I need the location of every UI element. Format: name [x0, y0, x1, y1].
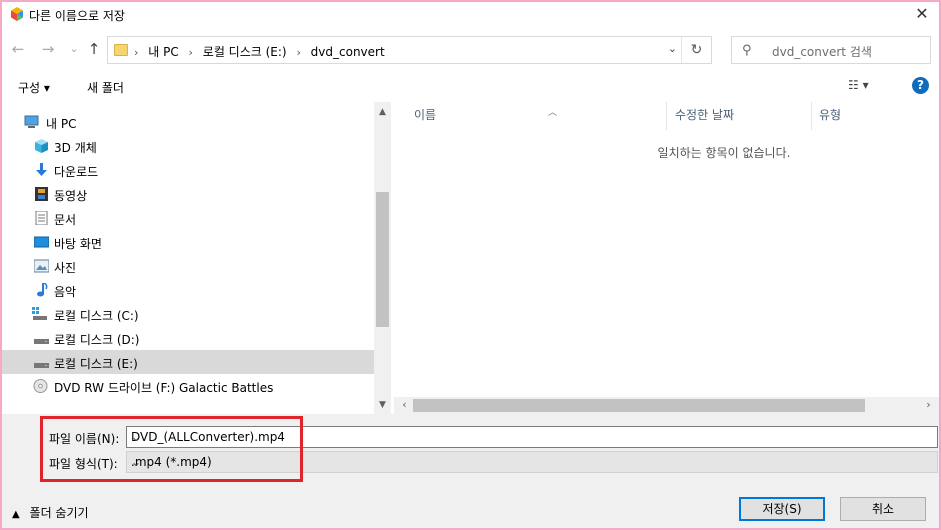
sidebar-item-documents[interactable]: 문서 [2, 206, 374, 230]
title-bar: 다른 이름으로 저장 ✕ [2, 2, 939, 28]
highlight-annotation-box [40, 416, 303, 482]
search-input[interactable]: dvd_convert 검색 [772, 43, 872, 60]
desktop-icon [34, 236, 49, 248]
drive-c-icon [32, 307, 47, 320]
scrollbar-thumb[interactable] [413, 399, 865, 412]
sidebar-item-music[interactable]: 음악 [2, 278, 374, 302]
address-bar[interactable]: › 내 PC › 로컬 디스크 (E:) › dvd_convert ⌄ ↻ [107, 36, 712, 64]
sidebar-item-label: 3D 개체 [54, 141, 97, 155]
sidebar-item-videos[interactable]: 동영상 [2, 182, 374, 206]
back-button[interactable]: ← [8, 40, 28, 60]
navigation-bar: ← → ⌄ ↑ › 내 PC › 로컬 디스크 (E:) › dvd_conve… [2, 34, 939, 66]
drive-e-icon [34, 363, 49, 368]
refresh-button[interactable]: ↻ [681, 37, 711, 63]
sidebar-item-3d-objects[interactable]: 3D 개체 [2, 134, 374, 158]
sidebar-item-label: 로컬 디스크 (E:) [54, 357, 138, 371]
sidebar-item-label: 사진 [54, 261, 77, 275]
sidebar-item-drive-d[interactable]: 로컬 디스크 (D:) [2, 326, 374, 350]
address-dropdown-button[interactable]: ⌄ [668, 42, 677, 55]
command-bar: 구성 ▾ 새 폴더 ☷ ▾ ? [2, 72, 939, 100]
videos-icon [35, 187, 48, 201]
music-icon [37, 283, 48, 297]
save-button[interactable]: 저장(S) [739, 497, 825, 521]
sidebar-item-label: 로컬 디스크 (D:) [54, 333, 140, 347]
dvd-drive-icon [33, 379, 48, 393]
sidebar-item-this-pc[interactable]: 내 PC [2, 110, 374, 134]
column-header-type[interactable]: 유형 [813, 102, 933, 130]
chevron-right-icon: › [188, 46, 193, 59]
hide-folders-toggle[interactable]: ▲ 폴더 숨기기 [12, 504, 89, 521]
sidebar-item-label: 다운로드 [54, 165, 99, 179]
sidebar-item-label: 동영상 [54, 189, 88, 203]
search-icon: ⚲ [742, 43, 752, 58]
navigation-pane: 내 PC 3D 개체 다운로드 동영상 문서 바탕 화면 사진 음악 로컬 디스… [2, 102, 391, 414]
column-header-name[interactable]: 이름 ︿ [408, 102, 667, 130]
file-list: 이름 ︿ 수정한 날짜 유형 일치하는 항목이 없습니다. ‹ › [394, 102, 939, 414]
navigation-pane-scrollbar[interactable]: ▲ ▼ [374, 102, 391, 414]
sidebar-item-dvd-drive[interactable]: DVD RW 드라이브 (F:) Galactic Battles [2, 374, 374, 398]
new-folder-button[interactable]: 새 폴더 [87, 79, 124, 96]
sidebar-item-label: 음악 [54, 285, 77, 299]
chevron-up-icon: ▲ [12, 509, 20, 520]
sidebar-item-label: 로컬 디스크 (C:) [54, 309, 139, 323]
scroll-right-icon[interactable]: › [920, 397, 937, 414]
scroll-left-icon[interactable]: ‹ [396, 397, 413, 414]
sidebar-item-drive-e[interactable]: 로컬 디스크 (E:) [2, 350, 374, 374]
window-title: 다른 이름으로 저장 [29, 9, 125, 23]
scroll-down-icon[interactable]: ▼ [374, 397, 391, 414]
chevron-right-icon: › [296, 46, 301, 59]
sidebar-item-label: 문서 [54, 213, 77, 227]
sidebar-item-drive-c[interactable]: 로컬 디스크 (C:) [2, 302, 374, 326]
pictures-icon [34, 259, 49, 273]
download-icon [36, 163, 47, 176]
sort-ascending-icon: ︿ [548, 108, 558, 118]
drive-d-icon [34, 339, 49, 344]
folder-icon [114, 44, 128, 56]
breadcrumb: › 내 PC › 로컬 디스크 (E:) › dvd_convert [134, 43, 391, 60]
up-button[interactable]: ↑ [84, 40, 104, 60]
sidebar-item-desktop[interactable]: 바탕 화면 [2, 230, 374, 254]
scrollbar-thumb[interactable] [376, 192, 389, 327]
recent-locations-button[interactable]: ⌄ [64, 40, 84, 60]
organize-button[interactable]: 구성 ▾ [18, 79, 50, 96]
search-box[interactable]: ⚲ dvd_convert 검색 [731, 36, 931, 64]
sidebar-item-pictures[interactable]: 사진 [2, 254, 374, 278]
file-list-horizontal-scrollbar[interactable]: ‹ › [394, 397, 939, 414]
sidebar-item-label: 바탕 화면 [54, 237, 102, 251]
forward-button[interactable]: → [38, 40, 58, 60]
3d-objects-icon [35, 139, 48, 153]
sidebar-item-downloads[interactable]: 다운로드 [2, 158, 374, 182]
breadcrumb-item[interactable]: 내 PC [148, 45, 178, 59]
pc-icon [24, 115, 39, 128]
column-header-date-modified[interactable]: 수정한 날짜 [669, 102, 812, 130]
sidebar-item-label: DVD RW 드라이브 (F:) Galactic Battles [54, 381, 274, 395]
chevron-right-icon: › [134, 46, 139, 59]
view-options-button[interactable]: ☷ ▾ [848, 78, 869, 92]
app-icon [11, 7, 23, 21]
breadcrumb-item[interactable]: dvd_convert [311, 45, 385, 59]
documents-icon [35, 211, 48, 225]
breadcrumb-item[interactable]: 로컬 디스크 (E:) [203, 45, 287, 59]
close-button[interactable]: ✕ [905, 2, 939, 28]
scroll-up-icon[interactable]: ▲ [374, 104, 391, 121]
sidebar-item-label: 내 PC [46, 117, 77, 131]
help-icon[interactable]: ? [912, 77, 929, 94]
empty-message: 일치하는 항목이 없습니다. [657, 146, 791, 160]
cancel-button[interactable]: 취소 [840, 497, 926, 521]
